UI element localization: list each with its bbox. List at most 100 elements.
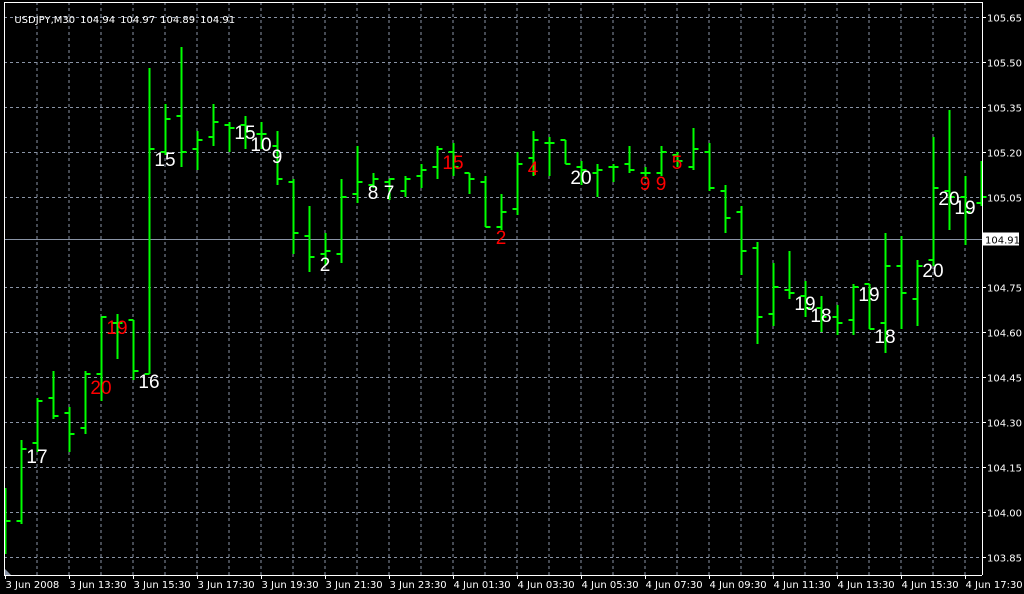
x-axis-label: 4 Jun 17:30 xyxy=(966,580,1023,591)
bar-annotation-label: 18 xyxy=(810,306,831,327)
x-axis-label: 4 Jun 09:30 xyxy=(710,580,767,591)
ohlc-bar xyxy=(944,110,955,230)
bar-annotation-label: 9 xyxy=(272,147,283,168)
high-value: 104.97 xyxy=(120,15,156,26)
ohlc-bar xyxy=(80,371,91,434)
ohlc-bar xyxy=(480,176,491,228)
ohlc-bar xyxy=(464,172,475,194)
ohlc-bar xyxy=(432,146,443,179)
bar-annotation-label: 16 xyxy=(138,372,159,393)
ohlc-bar xyxy=(704,143,715,191)
x-axis-label: 4 Jun 07:30 xyxy=(646,580,703,591)
x-axis-label: 3 Jun 19:30 xyxy=(262,580,319,591)
ohlc-bar xyxy=(64,407,75,452)
chart-shift-marker-icon xyxy=(5,569,11,575)
ohlc-bar xyxy=(608,164,619,182)
ohlc-bar xyxy=(688,128,699,170)
bar-annotation-label: 15 xyxy=(442,153,463,174)
ohlc-bar xyxy=(624,146,635,173)
ohlc-bar xyxy=(416,164,427,188)
x-axis-label: 3 Jun 21:30 xyxy=(326,580,383,591)
ohlc-bar xyxy=(336,179,347,263)
y-axis-label: 104.30 xyxy=(987,419,1022,430)
y-axis-label: 104.00 xyxy=(987,509,1022,520)
bar-annotation-label: 19 xyxy=(954,198,975,219)
ohlc-bar xyxy=(896,236,907,329)
ohlc-bar xyxy=(768,263,779,326)
bar-annotation-label: 20 xyxy=(90,378,111,399)
x-axis-label: 4 Jun 15:30 xyxy=(902,580,959,591)
bar-annotation-label: 20 xyxy=(922,261,943,282)
price-chart[interactable]: 105.65 105.50 105.35 105.20 105.05 104.75 104.… xyxy=(0,0,1024,594)
bar-annotation-label: 2 xyxy=(496,228,507,249)
bar-annotation-label: 2 xyxy=(320,255,331,276)
current-price-label: 104.91 xyxy=(985,236,1020,247)
y-axis-label: 104.15 xyxy=(987,464,1022,475)
ohlc-bar xyxy=(288,179,299,254)
ohlc-bar xyxy=(160,104,171,155)
ohlc-bar xyxy=(656,146,667,176)
ohlc-bar xyxy=(144,68,155,375)
ohlc-bar xyxy=(720,185,731,233)
y-axis-label: 105.65 xyxy=(987,14,1022,25)
x-axis-label: 3 Jun 15:30 xyxy=(134,580,191,591)
bar-annotation-label: 19 xyxy=(858,285,879,306)
x-axis-label: 4 Jun 05:30 xyxy=(582,580,639,591)
bar-annotation-label: 9 xyxy=(656,174,667,195)
y-axis-label: 104.75 xyxy=(987,284,1022,295)
ohlc-bar xyxy=(912,260,923,326)
ohlc-bar xyxy=(928,137,939,266)
close-value: 104.91 xyxy=(200,15,236,26)
x-axis-label: 3 Jun 2008 xyxy=(6,580,60,591)
ohlc-bar xyxy=(128,319,139,380)
x-axis-label: 4 Jun 03:30 xyxy=(518,580,575,591)
ohlc-bar xyxy=(784,251,795,299)
ohlc-bar xyxy=(16,440,27,524)
ohlc-bar xyxy=(208,104,219,146)
ohlc-bar xyxy=(496,194,507,230)
ohlc-bar xyxy=(736,206,747,275)
ohlc-bar xyxy=(544,137,555,176)
ohlc-bar xyxy=(192,131,203,170)
y-axis-label: 104.45 xyxy=(987,374,1022,385)
x-axis-label: 4 Jun 13:30 xyxy=(838,580,895,591)
chart-header: USDJPY,M30 104.94 104.97 104.89 104.91 xyxy=(8,4,240,26)
ohlc-bar xyxy=(752,242,763,344)
ohlc-bar xyxy=(48,371,59,419)
y-axis-label: 104.60 xyxy=(987,329,1022,340)
y-axis-label: 105.05 xyxy=(987,194,1022,205)
x-axis-label: 3 Jun 17:30 xyxy=(198,580,255,591)
ohlc-bar xyxy=(4,488,11,554)
bar-annotation-label: 17 xyxy=(26,447,47,468)
y-axis-label: 105.35 xyxy=(987,104,1022,115)
bar-annotation-label: 7 xyxy=(384,183,395,204)
bar-annotation-label: 5 xyxy=(672,153,683,174)
ohlc-bar xyxy=(848,284,859,335)
bar-annotation-label: 8 xyxy=(368,183,379,204)
low-value: 104.89 xyxy=(160,15,196,26)
ohlc-bar xyxy=(832,305,843,335)
y-axis-label: 105.50 xyxy=(987,59,1022,70)
y-axis-label: 103.85 xyxy=(987,554,1022,565)
ohlc-bar xyxy=(224,122,235,152)
x-axis-label: 3 Jun 23:30 xyxy=(390,580,447,591)
bar-annotation-label: 15 xyxy=(154,150,175,171)
ohlc-bar xyxy=(32,398,43,452)
x-axis-label: 3 Jun 13:30 xyxy=(70,580,127,591)
bar-annotation-label: 9 xyxy=(640,174,651,195)
bar-annotation-label: 4 xyxy=(528,159,539,180)
ohlc-bar xyxy=(352,146,363,203)
open-value: 104.94 xyxy=(80,15,116,26)
bar-annotation-label: 10 xyxy=(250,135,271,156)
bar-annotation-label: 20 xyxy=(570,168,591,189)
ohlc-bar xyxy=(512,152,523,215)
ohlc-bar xyxy=(976,161,987,206)
symbol-timeframe: USDJPY,M30 xyxy=(14,15,76,26)
bar-annotation-label: 19 xyxy=(106,318,127,339)
x-axis-label: 4 Jun 11:30 xyxy=(774,580,831,591)
bar-annotation-label: 18 xyxy=(874,327,895,348)
x-axis-label: 4 Jun 01:30 xyxy=(454,580,511,591)
y-axis-label: 105.20 xyxy=(987,149,1022,160)
ohlc-bar xyxy=(400,176,411,197)
ohlc-bar xyxy=(592,164,603,197)
